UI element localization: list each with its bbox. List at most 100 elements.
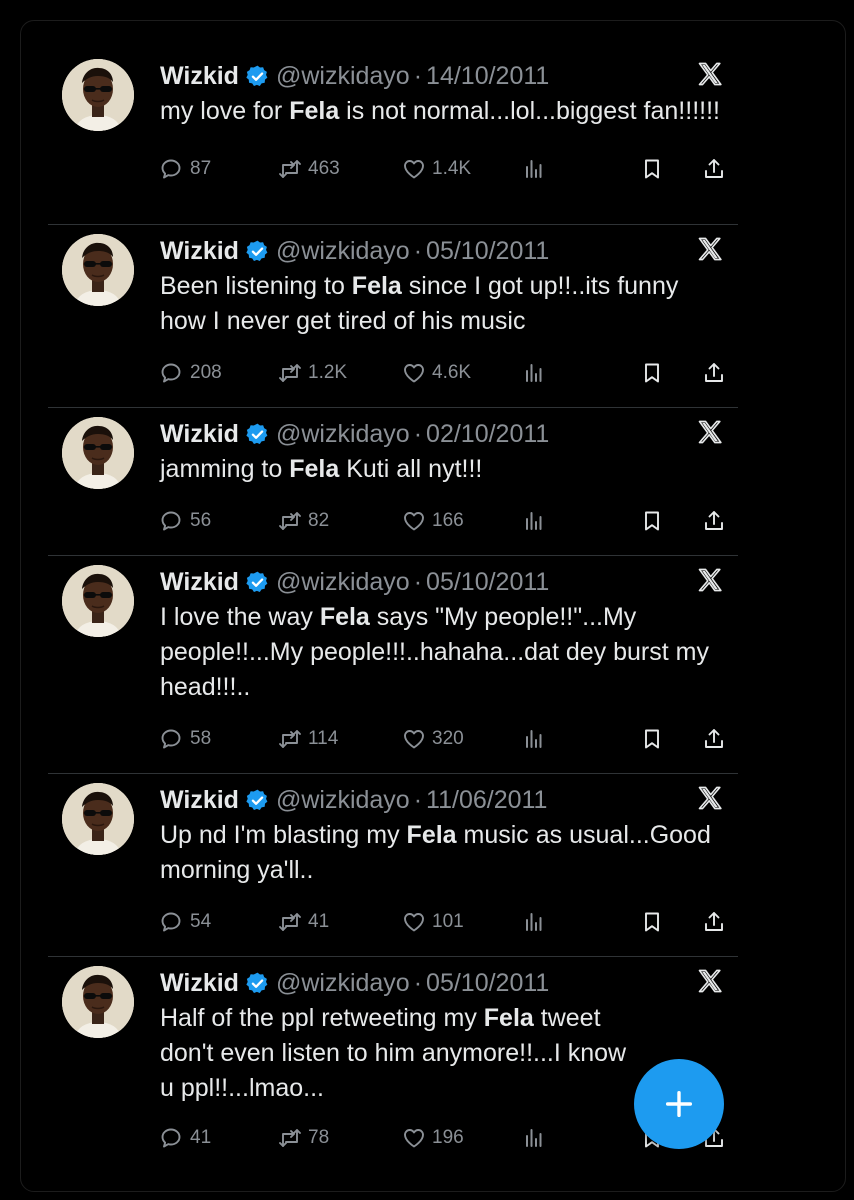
avatar[interactable] xyxy=(62,783,134,855)
views-button[interactable] xyxy=(522,910,640,934)
retweet-button[interactable]: 463 xyxy=(278,157,402,181)
author-name[interactable]: Wizkid xyxy=(160,568,239,597)
share-icon xyxy=(705,511,723,530)
views-button[interactable] xyxy=(522,509,640,533)
reply-count: 208 xyxy=(190,362,222,383)
author-handle[interactable]: @wizkidayo xyxy=(276,237,410,266)
separator-dot: · xyxy=(413,236,423,265)
share-button[interactable] xyxy=(702,727,732,751)
compose-button[interactable] xyxy=(634,1059,724,1149)
views-icon xyxy=(526,160,542,178)
reply-button[interactable]: 58 xyxy=(160,727,278,751)
heart-icon xyxy=(404,364,424,383)
tweet-actions: 208 1.2K 4.6K xyxy=(160,347,738,399)
like-button[interactable]: 1.4K xyxy=(402,157,522,181)
retweet-button[interactable]: 82 xyxy=(278,509,402,533)
tweet-date[interactable]: 05/10/2011 xyxy=(426,568,549,597)
author-handle[interactable]: @wizkidayo xyxy=(276,969,410,998)
share-button[interactable] xyxy=(702,361,732,385)
reply-count: 87 xyxy=(190,158,212,179)
retweet-count: 463 xyxy=(308,158,340,179)
reply-count: 58 xyxy=(190,728,212,749)
retweet-button[interactable]: 41 xyxy=(278,910,402,934)
like-button[interactable]: 320 xyxy=(402,727,522,751)
tweet-text-segment: Kuti all nyt!!! xyxy=(339,455,483,483)
views-icon xyxy=(526,1129,542,1147)
reply-button[interactable]: 56 xyxy=(160,509,278,533)
author-handle[interactable]: @wizkidayo xyxy=(276,786,410,815)
retweet-count: 1.2K xyxy=(308,362,348,383)
tweet-text-segment: is not normal...lol...biggest fan!!!!!! xyxy=(339,97,720,125)
author-name[interactable]: Wizkid xyxy=(160,62,239,91)
tweet[interactable]: Wizkid @wizkidayo · 14/10/2011 my love f… xyxy=(48,50,738,225)
author-name[interactable]: Wizkid xyxy=(160,237,239,266)
avatar[interactable] xyxy=(62,417,134,489)
like-button[interactable]: 4.6K xyxy=(402,361,522,385)
tweet-text-highlight: Fela xyxy=(483,1004,534,1032)
like-button[interactable]: 166 xyxy=(402,509,522,533)
retweet-icon xyxy=(279,913,301,931)
tweet-date[interactable]: 14/10/2011 xyxy=(426,62,549,91)
tweet[interactable]: Wizkid @wizkidayo · 11/06/2011 Up nd I'm… xyxy=(48,774,738,957)
tweet-text-segment: Half of the ppl retweeting my xyxy=(160,1004,484,1032)
tweet-date[interactable]: 02/10/2011 xyxy=(426,420,549,449)
share-button[interactable] xyxy=(702,157,732,181)
author-name[interactable]: Wizkid xyxy=(160,786,239,815)
x-logo-icon xyxy=(696,418,724,446)
share-icon xyxy=(705,363,723,382)
tweet-text-highlight: Fela xyxy=(289,455,340,483)
tweet-date[interactable]: 11/06/2011 xyxy=(426,786,547,815)
retweet-button[interactable]: 78 xyxy=(278,1126,402,1150)
avatar[interactable] xyxy=(62,966,134,1038)
tweet[interactable]: Wizkid @wizkidayo · 05/10/2011 Been list… xyxy=(48,225,738,408)
retweet-count: 78 xyxy=(308,1127,330,1148)
retweet-button[interactable]: 1.2K xyxy=(278,361,402,385)
reply-button[interactable]: 87 xyxy=(160,157,278,181)
bookmark-button[interactable] xyxy=(640,727,702,751)
bookmark-button[interactable] xyxy=(640,509,702,533)
tweet[interactable]: Wizkid @wizkidayo · 05/10/2011 I love th… xyxy=(48,556,738,774)
author-handle[interactable]: @wizkidayo xyxy=(276,568,410,597)
views-button[interactable] xyxy=(522,1126,640,1150)
author-name[interactable]: Wizkid xyxy=(160,969,239,998)
share-button[interactable] xyxy=(702,509,732,533)
tweet-feed[interactable]: Wizkid @wizkidayo · 14/10/2011 my love f… xyxy=(48,50,738,1167)
like-button[interactable]: 101 xyxy=(402,910,522,934)
author-name[interactable]: Wizkid xyxy=(160,420,239,449)
author-handle[interactable]: @wizkidayo xyxy=(276,420,410,449)
tweet-actions: 58 114 320 xyxy=(160,713,738,765)
reply-count: 56 xyxy=(190,510,212,531)
like-count: 166 xyxy=(432,510,464,531)
author-handle[interactable]: @wizkidayo xyxy=(276,62,410,91)
tweet[interactable]: Wizkid @wizkidayo · 05/10/2011 Half of t… xyxy=(48,957,738,1167)
bookmark-button[interactable] xyxy=(640,157,702,181)
avatar[interactable] xyxy=(62,234,134,306)
bookmark-button[interactable] xyxy=(640,361,702,385)
verified-badge-icon xyxy=(245,570,270,595)
reply-button[interactable]: 54 xyxy=(160,910,278,934)
views-button[interactable] xyxy=(522,361,640,385)
tweet-text-segment: my love for xyxy=(160,97,290,125)
tweet[interactable]: Wizkid @wizkidayo · 02/10/2011 jamming t… xyxy=(48,408,738,556)
tweet-header: Wizkid @wizkidayo · 05/10/2011 xyxy=(160,967,738,999)
views-icon xyxy=(526,913,542,931)
retweet-count: 82 xyxy=(308,510,330,531)
share-button[interactable] xyxy=(702,910,732,934)
x-logo-icon xyxy=(696,967,724,995)
views-button[interactable] xyxy=(522,727,640,751)
retweet-button[interactable]: 114 xyxy=(278,727,402,751)
like-button[interactable]: 196 xyxy=(402,1126,522,1150)
plus-icon xyxy=(665,1090,693,1118)
tweet-header: Wizkid @wizkidayo · 11/06/2011 xyxy=(160,784,738,816)
views-button[interactable] xyxy=(522,157,640,181)
avatar[interactable] xyxy=(62,59,134,131)
reply-button[interactable]: 208 xyxy=(160,361,278,385)
tweet-date[interactable]: 05/10/2011 xyxy=(426,237,549,266)
reply-button[interactable]: 41 xyxy=(160,1126,278,1150)
separator-dot: · xyxy=(413,567,423,596)
tweet-date[interactable]: 05/10/2011 xyxy=(426,969,549,998)
tweet-actions: 87 463 1.4K xyxy=(160,143,738,195)
avatar[interactable] xyxy=(62,565,134,637)
bookmark-button[interactable] xyxy=(640,910,702,934)
like-count: 320 xyxy=(432,728,464,749)
